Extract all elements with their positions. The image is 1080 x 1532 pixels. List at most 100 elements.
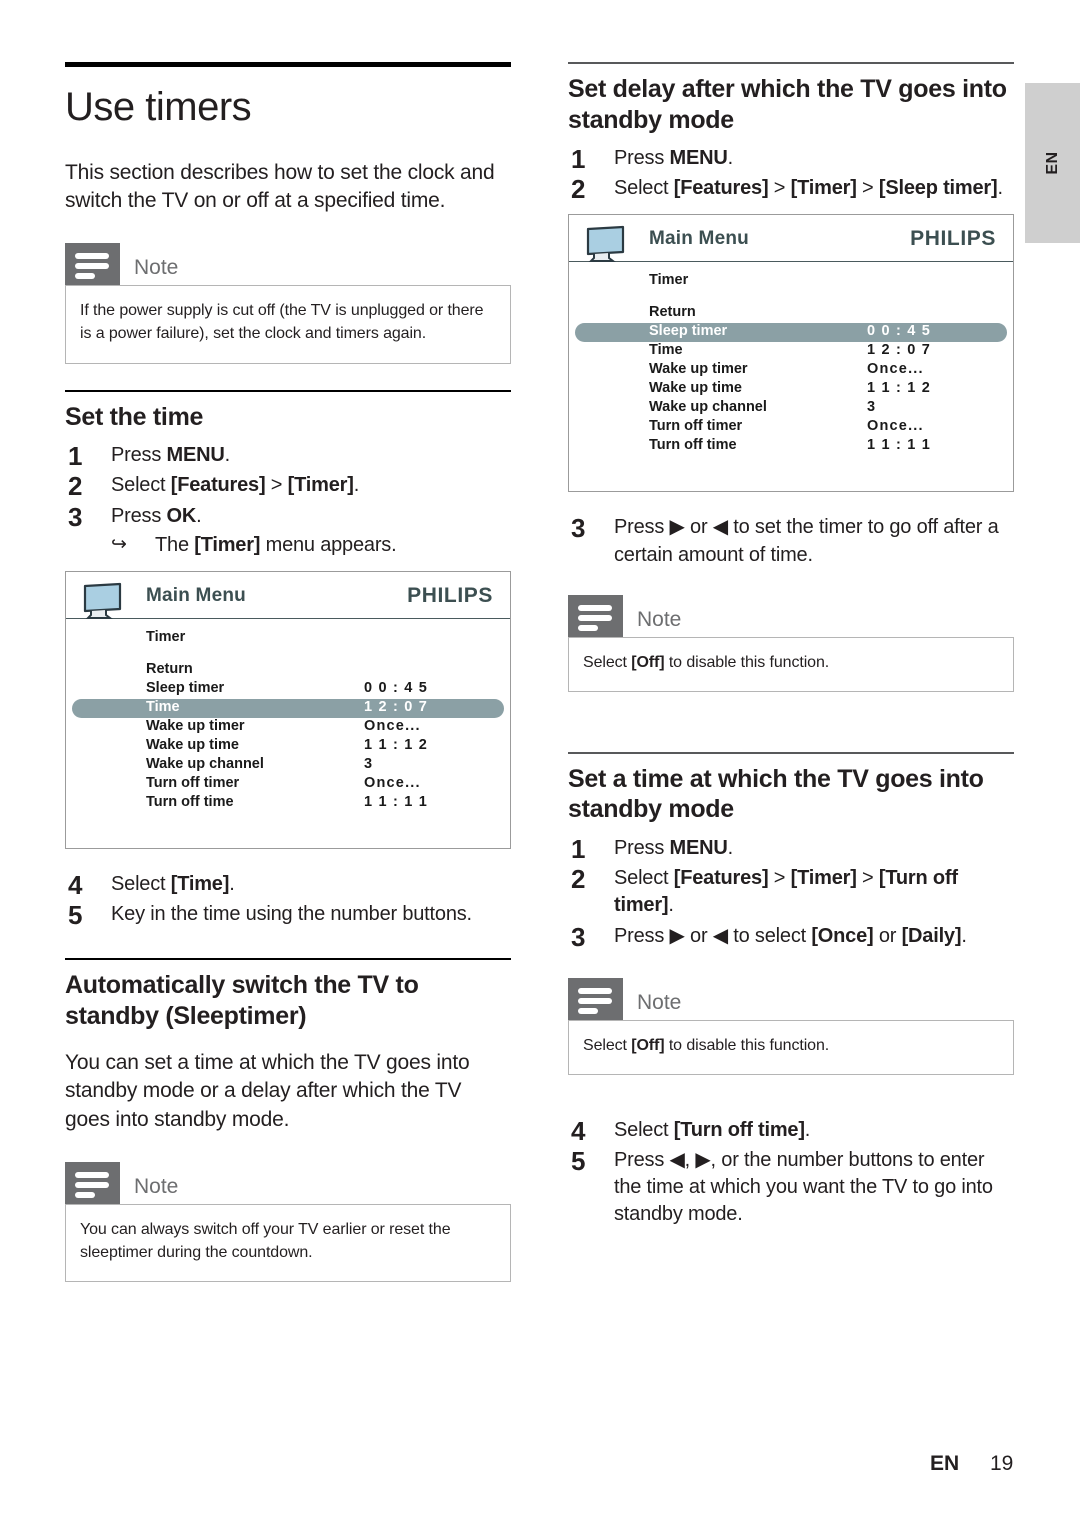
note-body: Select [Off] to disable this function. [568,636,1014,692]
step-text: Key in the time using the number buttons… [111,903,472,926]
note-power-supply: Note If the power supply is cut off (the… [65,243,511,364]
tv-menu-body: Timer Return Sleep timer 0 0 : 4 5 Time … [66,619,510,813]
step-text: Select [Time]. [111,872,235,895]
tv-menu-row-turn-off-timer[interactable]: Turn off timer Once... [66,775,510,794]
right-column: Set delay after which the TV goes into s… [568,62,1014,1232]
intro-paragraph: This section describes how to set the cl… [65,161,495,213]
tv-menu-row-label: Turn off timer [649,418,743,435]
step-number: 3 [68,501,83,532]
tv-menu-row-value: 1 1 : 1 2 [867,380,931,397]
tv-menu-row-turn-off-time[interactable]: Turn off time 1 1 : 1 1 [66,794,510,813]
step-item: 2 Select [Features] > [Timer] > [Turn of… [568,864,1014,919]
tv-menu-row-label: Turn off time [649,437,737,454]
step-number: 2 [571,864,586,895]
tv-menu-row-label: Return [649,304,696,321]
tv-menu-row-label: Time [649,342,683,359]
note-icon [568,977,623,1020]
note-header: Note [65,243,511,286]
tv-menu-header: Main Menu PHILIPS [569,215,1013,261]
note-body: If the power supply is cut off (the TV i… [65,285,511,364]
tv-menu-row-wake-up-channel[interactable]: Wake up channel 3 [569,399,1013,418]
note-body: Select [Off] to disable this function. [568,1019,1014,1075]
note-icon [65,243,120,286]
language-tab: EN [1025,83,1080,243]
section-rule-sleeptimer [65,958,511,961]
step-number: 3 [571,513,586,544]
title-rule [65,62,511,67]
footer-page-number: 19 [990,1452,1014,1475]
tv-menu-row-turn-off-time[interactable]: Turn off time 1 1 : 1 1 [569,437,1013,456]
tv-menu-row-sleep-timer[interactable]: Sleep timer 0 0 : 4 5 [66,680,510,699]
philips-logo: PHILIPS [407,583,493,607]
tv-menu-row-wake-up-channel[interactable]: Wake up channel 3 [66,756,510,775]
step-item: 5 Press ◀, ▶, or the number buttons to e… [568,1146,1014,1229]
steps-set-the-time-continued: 4 Select [Time]. 5 Key in the time using… [65,870,511,930]
tv-menu-body: Timer Return Sleep timer 0 0 : 4 5 Time … [569,262,1013,456]
tv-menu-submenu-text: Timer [146,628,186,645]
tv-menu-row-return[interactable]: Return [66,661,510,680]
step-item: 1 Press MENU. [568,144,1014,174]
tv-menu-row-label: Wake up timer [649,361,748,378]
tv-menu-row-turn-off-timer[interactable]: Turn off timer Once... [569,418,1013,437]
note-body: You can always switch off your TV earlie… [65,1203,511,1282]
step-text: Press OK. [111,504,202,527]
arrow-icon: ↪ [111,533,127,555]
step-item: 3 Press OK. ↪ The [Timer] menu appears. [65,501,511,559]
tv-menu-submenu-label: Timer [66,629,510,648]
heading-sleeptimer: Automatically switch the TV to standby (… [65,971,419,1030]
tv-menu-row-wake-up-time[interactable]: Wake up time 1 1 : 1 2 [66,737,510,756]
note-sleeptimer: Note You can always switch off your TV e… [65,1161,511,1282]
philips-logo: PHILIPS [910,227,996,251]
steps-set-delay: 1 Press MENU. 2 Select [Features] > [Tim… [568,144,1014,204]
tv-menu-row-value: 0 0 : 4 5 [867,323,931,340]
tv-menu-row-label: Turn off time [146,793,234,810]
step-text: Select [Features] > [Timer]. [111,474,360,497]
tv-menu-screenshot-sleep-timer: Main Menu PHILIPS Timer Return Sleep tim… [568,214,1014,493]
step-number: 5 [571,1146,586,1177]
note-icon [568,594,623,637]
step-text: Select [Features] > [Timer] > [Sleep tim… [614,177,1003,200]
step-number: 5 [68,900,83,931]
tv-menu-row-value: 1 1 : 1 1 [364,793,428,810]
tv-menu-row-wake-up-timer[interactable]: Wake up timer Once... [66,718,510,737]
tv-menu-submenu-label: Timer [569,272,1013,291]
tv-menu-row-label: Wake up channel [649,399,767,416]
step-text: Press ◀, ▶, or the number buttons to ent… [614,1149,993,1226]
step-item: 2 Select [Features] > [Timer]. [65,471,511,501]
heading-set-standby-time: Set a time at which the TV goes into sta… [568,764,984,824]
language-tab-label: EN [1043,151,1061,175]
tv-menu-row-label: Time [146,698,180,715]
tv-menu-row-sleep-timer-selected[interactable]: Sleep timer 0 0 : 4 5 [575,323,1007,343]
note-header: Note [568,977,1014,1020]
tv-menu-row-label: Wake up channel [146,755,264,772]
note-label: Note [637,990,682,1014]
step-text: Select [Turn off time]. [614,1118,811,1141]
step-text: Press MENU. [614,836,733,859]
note-icon [65,1161,120,1204]
footer-language: EN [930,1452,960,1475]
tv-menu-row-wake-up-time[interactable]: Wake up time 1 1 : 1 2 [569,380,1013,399]
tv-menu-row-value: Once... [364,774,421,791]
step-text: Press MENU. [614,147,733,169]
tv-menu-row-label: Wake up time [649,380,742,397]
tv-menu-screenshot-time: Main Menu PHILIPS Timer Return Sleep tim… [65,570,511,849]
step-text: Press MENU. [111,444,230,467]
tv-menu-row-time[interactable]: Time 1 2 : 0 7 [569,342,1013,361]
step-item: 2 Select [Features] > [Timer] > [Sleep t… [568,174,1014,204]
steps-set-standby-time: 1 Press MENU. 2 Select [Features] > [Tim… [568,834,1014,952]
tv-menu-row-value: 1 2 : 0 7 [364,698,428,715]
tv-menu-spacer [569,291,1013,304]
note-header: Note [65,1161,511,1204]
tv-menu-row-value: 0 0 : 4 5 [364,679,428,696]
heading-set-delay: Set delay after which the TV goes into s… [568,75,1007,134]
tv-menu-row-return[interactable]: Return [569,304,1013,323]
note-label: Note [637,607,682,631]
note-label: Note [134,256,179,280]
step-item: 5 Key in the time using the number butto… [65,900,511,930]
tv-menu-row-wake-up-timer[interactable]: Wake up timer Once... [569,361,1013,380]
heading-set-the-time: Set the time [65,402,204,431]
tv-menu-row-time-selected[interactable]: Time 1 2 : 0 7 [72,698,504,718]
note-disable-sleep: Note Select [Off] to disable this functi… [568,594,1014,692]
step-text: Press ▶ or ◀ to set the timer to go off … [614,516,999,566]
step-item: 4 Select [Time]. [65,870,511,900]
